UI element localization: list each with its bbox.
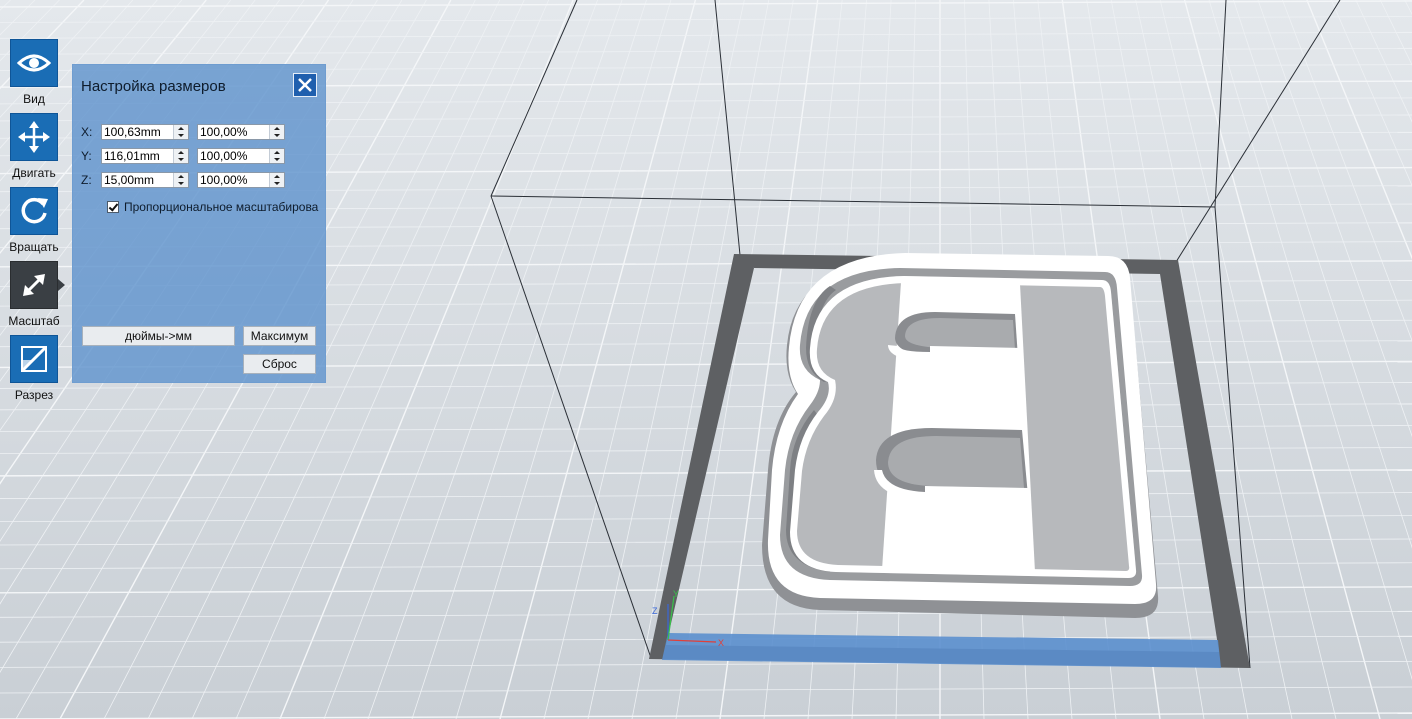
z-size-row: Z: bbox=[81, 171, 285, 189]
y-axis-row-label: Y: bbox=[81, 149, 92, 163]
eye-icon bbox=[17, 54, 51, 72]
z-percent-increment[interactable] bbox=[270, 173, 284, 180]
maximum-button[interactable]: Максимум bbox=[243, 326, 316, 346]
proportional-scaling-checkbox[interactable] bbox=[107, 201, 119, 213]
y-size-row: Y: bbox=[81, 147, 285, 165]
z-size-increment[interactable] bbox=[174, 173, 188, 180]
x-size-spin-buttons bbox=[173, 125, 188, 139]
x-size-increment[interactable] bbox=[174, 125, 188, 132]
x-percent-stepper[interactable] bbox=[197, 124, 285, 140]
y-percent-decrement[interactable] bbox=[270, 156, 284, 163]
cut-tool-label: Разрез bbox=[14, 388, 54, 402]
cut-icon bbox=[21, 346, 47, 372]
inch-to-mm-button[interactable]: дюймы->мм bbox=[82, 326, 235, 346]
proportional-scaling-option[interactable]: Пропорциональное масштабирова bbox=[107, 200, 318, 214]
y-size-increment[interactable] bbox=[174, 149, 188, 156]
x-percent-decrement[interactable] bbox=[270, 132, 284, 139]
model-letter[interactable] bbox=[762, 253, 1159, 618]
z-axis-row-label: Z: bbox=[81, 173, 92, 187]
view-tool-label: Вид bbox=[23, 92, 45, 106]
x-size-decrement[interactable] bbox=[174, 132, 188, 139]
z-size-stepper[interactable] bbox=[101, 172, 189, 188]
x-axis-label: X bbox=[718, 638, 724, 648]
z-size-spin-buttons bbox=[173, 173, 188, 187]
rotate-tool-label: Вращать bbox=[9, 240, 59, 254]
move-icon bbox=[18, 121, 50, 153]
close-icon bbox=[298, 78, 312, 92]
x-percent-input[interactable] bbox=[198, 125, 272, 139]
y-axis-label: Y bbox=[673, 589, 679, 599]
scale-icon bbox=[23, 274, 45, 296]
z-axis-label: Z bbox=[652, 606, 658, 616]
z-size-decrement[interactable] bbox=[174, 180, 188, 187]
x-percent-increment[interactable] bbox=[270, 125, 284, 132]
proportional-scaling-label: Пропорциональное масштабирова bbox=[124, 200, 319, 214]
z-percent-input[interactable] bbox=[198, 173, 272, 187]
x-size-stepper[interactable] bbox=[101, 124, 189, 140]
y-size-spin-buttons bbox=[173, 149, 188, 163]
scale-tool-label: Масштаб bbox=[8, 314, 60, 328]
y-size-input[interactable] bbox=[102, 149, 176, 163]
x-axis-row-label: X: bbox=[81, 125, 93, 139]
y-percent-input[interactable] bbox=[198, 149, 272, 163]
y-percent-spin-buttons bbox=[269, 149, 284, 163]
cut-tool-button[interactable] bbox=[10, 335, 58, 383]
move-tool-label: Двигать bbox=[12, 166, 56, 180]
panel-title: Настройка размеров bbox=[81, 78, 226, 95]
move-tool-button[interactable] bbox=[10, 113, 58, 161]
y-size-stepper[interactable] bbox=[101, 148, 189, 164]
reset-button[interactable]: Сброс bbox=[243, 354, 316, 374]
x-size-input[interactable] bbox=[102, 125, 176, 139]
scale-tool-button[interactable] bbox=[10, 261, 58, 309]
close-button[interactable] bbox=[293, 73, 317, 97]
scale-settings-panel: Настройка размеров X: Y: bbox=[72, 64, 326, 383]
y-percent-increment[interactable] bbox=[270, 149, 284, 156]
rotate-icon bbox=[21, 197, 48, 224]
x-size-row: X: bbox=[81, 123, 285, 141]
z-size-input[interactable] bbox=[102, 173, 176, 187]
z-percent-decrement[interactable] bbox=[270, 180, 284, 187]
y-percent-stepper[interactable] bbox=[197, 148, 285, 164]
view-tool-button[interactable] bbox=[10, 39, 58, 87]
active-tool-indicator bbox=[58, 279, 65, 291]
rotate-tool-button[interactable] bbox=[10, 187, 58, 235]
z-percent-spin-buttons bbox=[269, 173, 284, 187]
z-percent-stepper[interactable] bbox=[197, 172, 285, 188]
y-size-decrement[interactable] bbox=[174, 156, 188, 163]
x-percent-spin-buttons bbox=[269, 125, 284, 139]
